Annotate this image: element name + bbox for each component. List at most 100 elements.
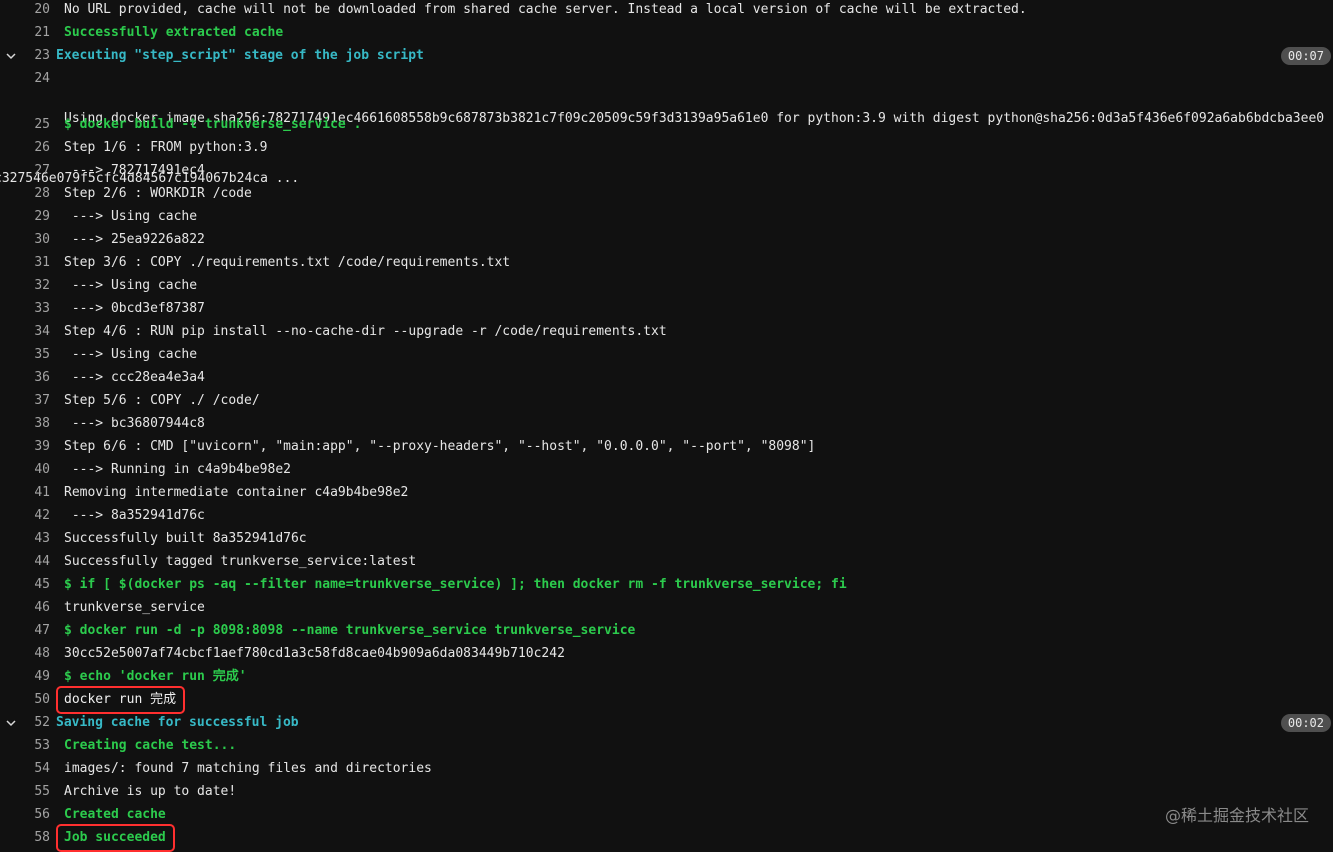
log-line: 27 ---> 782717491ec4 — [0, 161, 1333, 184]
log-line: 31 Step 3/6 : COPY ./requirements.txt /c… — [0, 253, 1333, 276]
log-line: 53 Creating cache test... — [0, 736, 1333, 759]
chevron-down-icon[interactable] — [0, 713, 22, 733]
log-text: ---> 782717491ec4 — [64, 163, 205, 178]
line-number: 26 — [34, 140, 50, 155]
log-text: Removing intermediate container c4a9b4be… — [64, 485, 409, 500]
line-number: 31 — [34, 255, 50, 270]
log-text: ---> Running in c4a9b4be98e2 — [64, 462, 291, 477]
log-line: 37 Step 5/6 : COPY ./ /code/ — [0, 391, 1333, 414]
log-text: ---> 8a352941d76c — [64, 508, 205, 523]
log-line: 40 ---> Running in c4a9b4be98e2 — [0, 460, 1333, 483]
line-number: 20 — [34, 2, 50, 17]
log-line: 24 Using docker image sha256:782717491ec… — [0, 69, 1333, 186]
section-title: Saving cache for successful job — [56, 715, 299, 730]
job-log: 20 No URL provided, cache will not be do… — [0, 0, 1333, 852]
log-line: 45 $ if [ $(docker ps -aq --filter name=… — [0, 575, 1333, 598]
highlighted-log-text: docker run 完成 — [55, 686, 186, 714]
log-text: Creating cache test... — [64, 738, 237, 753]
line-number: 36 — [34, 370, 50, 385]
line-number: 46 — [34, 600, 50, 615]
log-text: ---> Using cache — [64, 347, 198, 362]
line-number: 43 — [34, 531, 50, 546]
log-line: 50 docker run 完成 — [0, 686, 1333, 714]
line-number: 55 — [34, 784, 50, 799]
line-number: 38 — [34, 416, 50, 431]
log-text: Step 4/6 : RUN pip install --no-cache-di… — [64, 324, 667, 339]
log-line: 38 ---> bc36807944c8 — [0, 414, 1333, 437]
log-line: 33 ---> 0bcd3ef87387 — [0, 299, 1333, 322]
log-line: 35 ---> Using cache — [0, 345, 1333, 368]
line-number: 25 — [34, 117, 50, 132]
line-number: 37 — [34, 393, 50, 408]
section-header[interactable]: 23 Executing "step_script" stage of the … — [0, 46, 1333, 69]
line-number: 48 — [34, 646, 50, 661]
log-line: 26 Step 1/6 : FROM python:3.9 — [0, 138, 1333, 161]
log-text: ---> ccc28ea4e3a4 — [64, 370, 205, 385]
log-text: Successfully extracted cache — [64, 25, 284, 40]
log-text: Created cache — [64, 807, 166, 822]
chevron-down-icon[interactable] — [0, 46, 22, 66]
line-number: 34 — [34, 324, 50, 339]
log-line: 28 Step 2/6 : WORKDIR /code — [0, 184, 1333, 207]
section-title: Executing "step_script" stage of the job… — [56, 48, 424, 63]
log-line: 54 images/: found 7 matching files and d… — [0, 759, 1333, 782]
log-command: $ if [ $(docker ps -aq --filter name=tru… — [64, 577, 847, 592]
log-text: ---> Using cache — [64, 278, 198, 293]
line-number: 39 — [34, 439, 50, 454]
line-number: 28 — [34, 186, 50, 201]
line-number: 45 — [34, 577, 50, 592]
log-line: 32 ---> Using cache — [0, 276, 1333, 299]
log-command: $ docker run -d -p 8098:8098 --name trun… — [64, 623, 636, 638]
log-text: Successfully tagged trunkverse_service:l… — [64, 554, 417, 569]
log-line: 56 Created cache — [0, 805, 1333, 828]
line-number: 30 — [34, 232, 50, 247]
log-line: 47 $ docker run -d -p 8098:8098 --name t… — [0, 621, 1333, 644]
log-line: 29 ---> Using cache — [0, 207, 1333, 230]
log-line: 36 ---> ccc28ea4e3a4 — [0, 368, 1333, 391]
log-text: Successfully built 8a352941d76c — [64, 531, 307, 546]
log-text: ---> bc36807944c8 — [64, 416, 205, 431]
log-line: 48 30cc52e5007af74cbcf1aef780cd1a3c58fd8… — [0, 644, 1333, 667]
line-number: 44 — [34, 554, 50, 569]
log-line: 34 Step 4/6 : RUN pip install --no-cache… — [0, 322, 1333, 345]
log-text: Step 1/6 : FROM python:3.9 — [64, 140, 268, 155]
log-command: $ echo 'docker run 完成' — [64, 669, 247, 684]
log-text: images/: found 7 matching files and dire… — [64, 761, 432, 776]
line-number: 32 — [34, 278, 50, 293]
duration-badge: 00:02 — [1280, 714, 1331, 732]
log-line: 39 Step 6/6 : CMD ["uvicorn", "main:app"… — [0, 437, 1333, 460]
line-number: 47 — [34, 623, 50, 638]
log-text: No URL provided, cache will not be downl… — [64, 2, 1027, 17]
watermark: @稀土掘金技术社区 — [1164, 806, 1309, 825]
log-text: ---> 25ea9226a822 — [64, 232, 205, 247]
log-text: Step 5/6 : COPY ./ /code/ — [64, 393, 260, 408]
log-text: Step 3/6 : COPY ./requirements.txt /code… — [64, 255, 511, 270]
line-number: 54 — [34, 761, 50, 776]
line-number: 56 — [34, 807, 50, 822]
duration-badge: 00:07 — [1280, 47, 1331, 65]
section-header[interactable]: 52 Saving cache for successful job 00:02 — [0, 713, 1333, 736]
line-number: 21 — [34, 25, 50, 40]
log-text: Step 2/6 : WORKDIR /code — [64, 186, 252, 201]
log-line: 21 Successfully extracted cache — [0, 23, 1333, 46]
log-line: 55 Archive is up to date! — [0, 782, 1333, 805]
log-text: ---> 0bcd3ef87387 — [64, 301, 205, 316]
log-line: 20 No URL provided, cache will not be do… — [0, 0, 1333, 23]
line-number: 53 — [34, 738, 50, 753]
line-number: 42 — [34, 508, 50, 523]
log-text: ---> Using cache — [64, 209, 198, 224]
line-number: 40 — [34, 462, 50, 477]
log-line: 41 Removing intermediate container c4a9b… — [0, 483, 1333, 506]
log-line: 42 ---> 8a352941d76c — [0, 506, 1333, 529]
log-line: 44 Successfully tagged trunkverse_servic… — [0, 552, 1333, 575]
line-number: 41 — [34, 485, 50, 500]
log-text: Archive is up to date! — [64, 784, 237, 799]
line-number: 33 — [34, 301, 50, 316]
log-command: $ docker build -t trunkverse_service . — [64, 117, 362, 132]
job-status-text: Job succeeded — [56, 824, 175, 852]
line-number: 49 — [34, 669, 50, 684]
log-line: 30 ---> 25ea9226a822 — [0, 230, 1333, 253]
line-number: 35 — [34, 347, 50, 362]
log-line: 49 $ echo 'docker run 完成' — [0, 667, 1333, 690]
line-number: 29 — [34, 209, 50, 224]
